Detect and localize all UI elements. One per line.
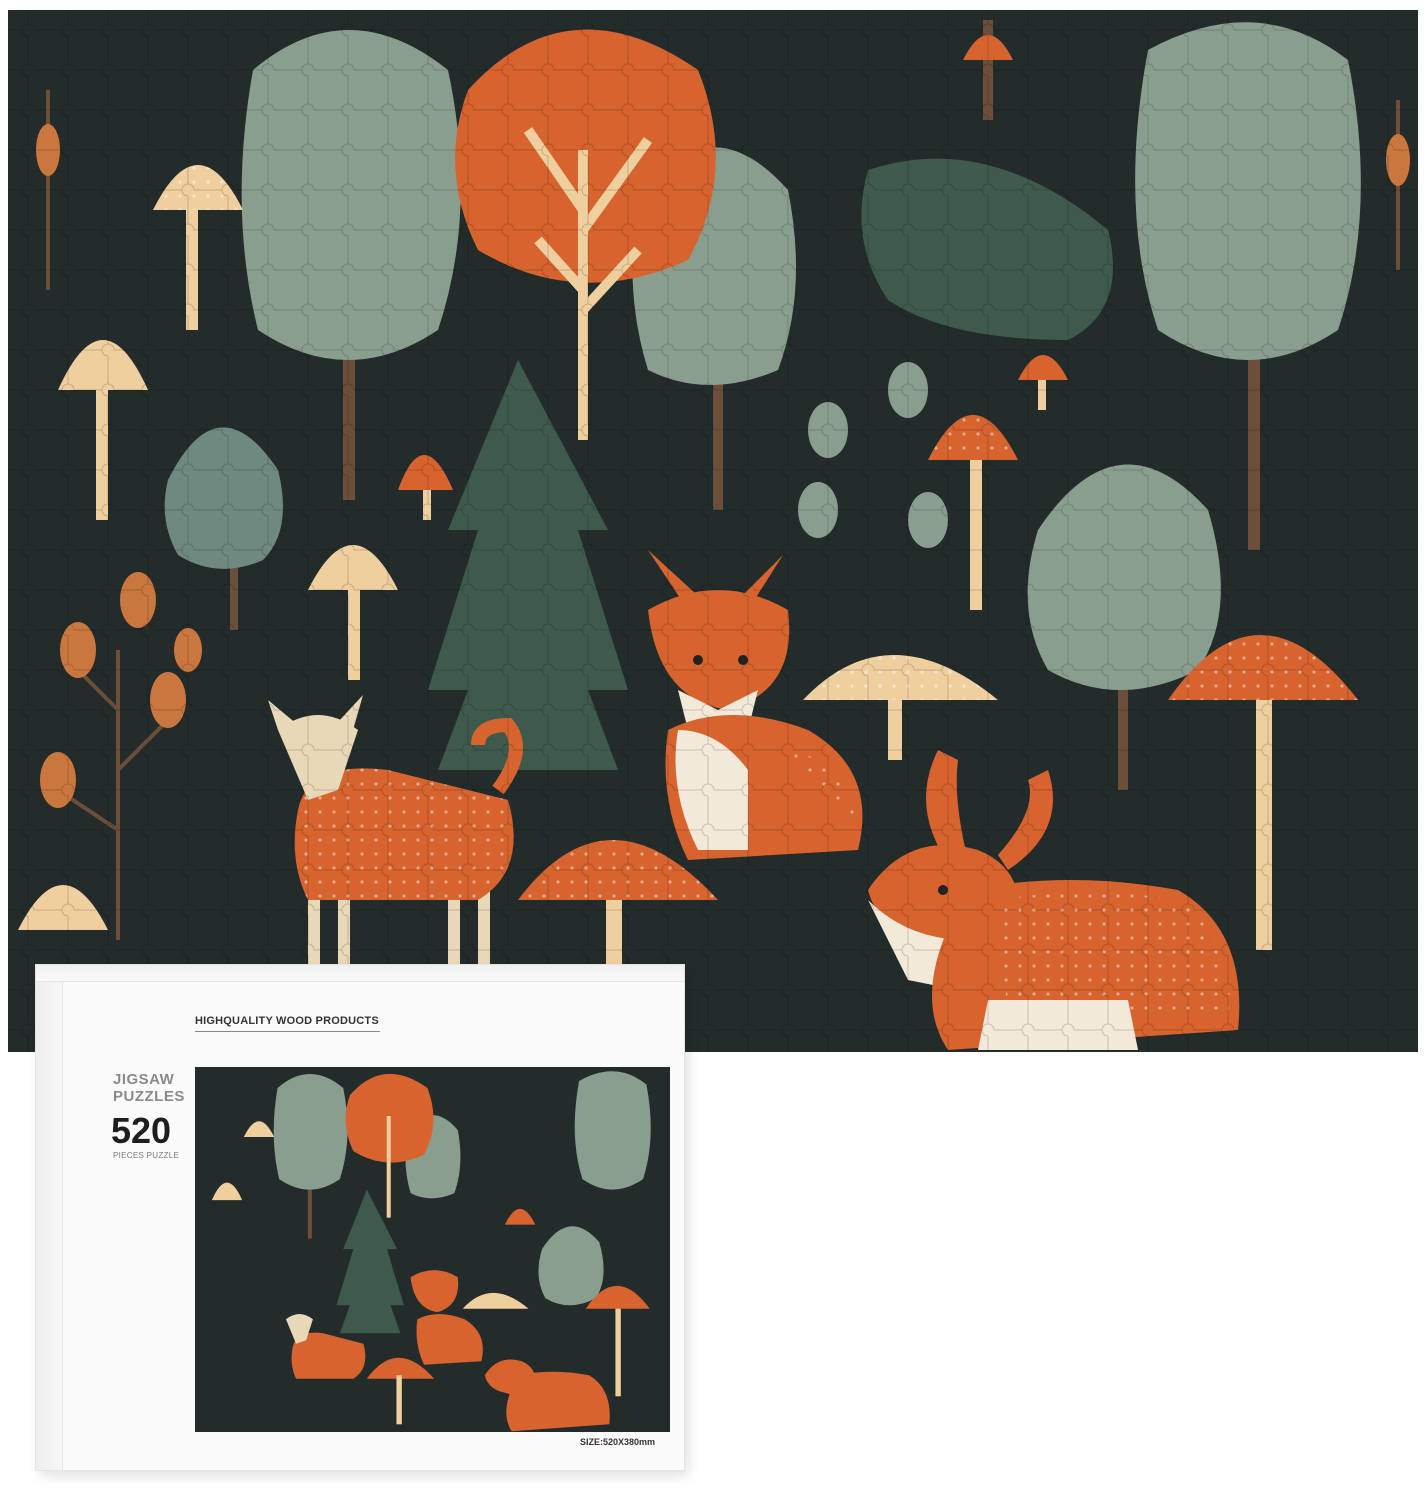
woodland-artwork [8,10,1418,1052]
size-label: SIZE:520X380mm [580,1437,656,1447]
puzzle-image [8,10,1418,1052]
box-top-panel [36,965,684,982]
box-cover-artwork [195,1067,670,1432]
piece-count: 520 [111,1110,172,1151]
box-cover-thumbnail [195,1067,670,1432]
piece-count-caption: PIECES PUZZLE [113,1151,180,1160]
tagline-underline [195,1031,380,1032]
brand-line-puzzles: PUZZLES [113,1088,185,1105]
box-side-panel [36,965,63,1470]
brand-line-jigsaw: JIGSAW [113,1071,175,1088]
box-tagline: HIGHQUALITY WOOD PRODUCTS [195,1015,379,1027]
